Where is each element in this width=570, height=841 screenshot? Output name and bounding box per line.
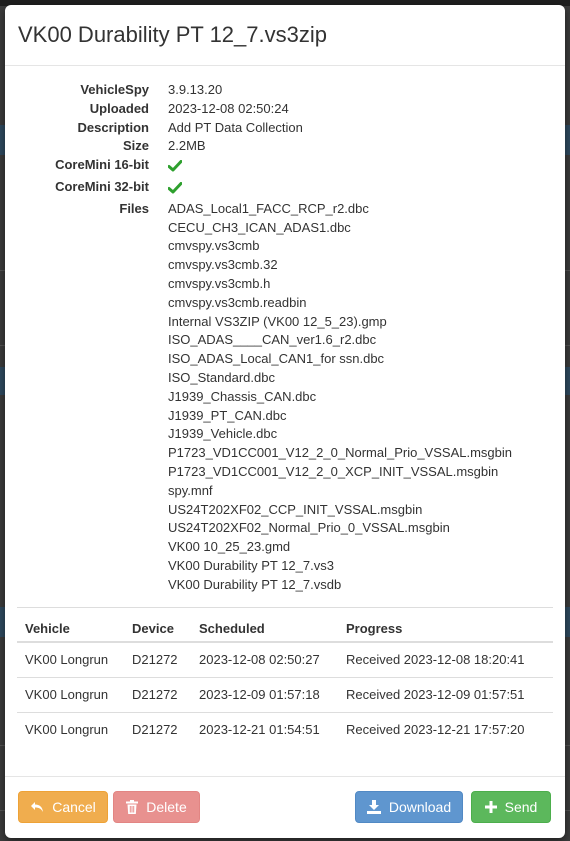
- delete-button[interactable]: Delete: [113, 791, 200, 823]
- checkmark-icon: [167, 181, 183, 194]
- file-item: VK00 Durability PT 12_7.vs3: [168, 557, 334, 573]
- delete-button-label: Delete: [146, 799, 187, 815]
- checkmark-icon: [167, 160, 183, 172]
- cell-progress: Received 2023-12-08 18:20:41: [338, 642, 553, 678]
- send-button[interactable]: Send: [471, 791, 551, 823]
- uploaded-value: 2023-12-08 02:50:24: [168, 100, 289, 116]
- column-header-vehicle: Vehicle: [17, 607, 124, 644]
- modal-body: VehicleSpy 3.9.13.20 Uploaded 2023-12-08…: [5, 66, 565, 747]
- file-item: ISO_ADAS_Local_CAN1_for ssn.dbc: [168, 351, 385, 367]
- file-item: spy.mnf: [168, 482, 213, 498]
- info-row-uploaded: Uploaded 2023-12-08 02:50:24: [17, 100, 553, 119]
- file-details-modal: VK00 Durability PT 12_7.vs3zip VehicleSp…: [5, 5, 565, 838]
- cell-device: D21272: [124, 677, 191, 713]
- modal-title: VK00 Durability PT 12_7.vs3zip: [18, 22, 327, 47]
- undo-icon: [31, 802, 44, 812]
- table-header-row: Vehicle Device Scheduled Progress: [17, 607, 553, 644]
- cell-vehicle: VK00 Longrun: [17, 677, 124, 713]
- deployments-table: Vehicle Device Scheduled Progress VK00 L…: [17, 606, 553, 748]
- vehiclespy-label: VehicleSpy: [80, 82, 149, 97]
- cell-vehicle: VK00 Longrun: [17, 642, 124, 678]
- cancel-button-label: Cancel: [52, 799, 96, 815]
- size-value: 2.2MB: [168, 138, 206, 154]
- info-row-size: Size 2.2MB: [17, 137, 553, 156]
- download-button[interactable]: Download: [355, 791, 463, 823]
- cell-scheduled: 2023-12-09 01:57:18: [191, 677, 338, 713]
- file-item: ADAS_Local1_FACC_RCP_r2.dbc: [168, 200, 369, 216]
- file-item: ISO_Standard.dbc: [168, 369, 275, 385]
- file-item: cmvspy.vs3cmb.h: [168, 275, 271, 291]
- info-row-files: Files ADAS_Local1_FACC_RCP_r2.dbc CECU_C…: [17, 200, 553, 595]
- file-item: US24T202XF02_CCP_INIT_VSSAL.msgbin: [168, 501, 423, 517]
- modal-footer: Cancel Delete Download Send: [5, 776, 565, 838]
- table-row: VK00 Longrun D21272 2023-12-09 01:57:18 …: [17, 677, 553, 713]
- cancel-button[interactable]: Cancel: [18, 791, 108, 823]
- file-item: J1939_Chassis_CAN.dbc: [168, 388, 317, 404]
- modal-header: VK00 Durability PT 12_7.vs3zip: [5, 5, 565, 66]
- file-item: VK00 10_25_23.gmd: [168, 539, 291, 555]
- trash-icon: [126, 800, 139, 814]
- cell-scheduled: 2023-12-21 01:54:51: [199, 722, 320, 738]
- info-row-vehiclespy: VehicleSpy 3.9.13.20: [17, 81, 553, 100]
- column-header-progress: Progress: [338, 607, 553, 644]
- files-label: Files: [119, 200, 149, 216]
- cell-progress: Received 2023-12-21 17:57:20: [346, 722, 525, 738]
- file-item: cmvspy.vs3cmb.32: [168, 257, 278, 273]
- cell-progress: Received 2023-12-09 01:57:51: [338, 677, 553, 713]
- info-row-coremini16: CoreMini 16-bit: [17, 156, 553, 178]
- file-item: cmvspy.vs3cmb: [168, 238, 260, 254]
- file-item: CECU_CH3_ICAN_ADAS1.dbc: [168, 219, 351, 235]
- table-row: VK00 Longrun D21272 2023-12-21 01:54:51 …: [17, 712, 553, 747]
- file-info: VehicleSpy 3.9.13.20 Uploaded 2023-12-08…: [17, 81, 553, 595]
- cell-scheduled: 2023-12-08 02:50:27: [191, 642, 338, 678]
- file-item: US24T202XF02_Normal_Prio_0_VSSAL.msgbin: [168, 520, 450, 536]
- send-button-label: Send: [504, 799, 538, 815]
- vehiclespy-value: 3.9.13.20: [168, 82, 223, 97]
- table-row: VK00 Longrun D21272 2023-12-08 02:50:27 …: [17, 642, 553, 678]
- download-button-label: Download: [388, 799, 452, 815]
- file-item: cmvspy.vs3cmb.readbin: [168, 294, 307, 310]
- coremini32-label: CoreMini 32-bit: [55, 178, 149, 194]
- coremini16-label: CoreMini 16-bit: [55, 157, 149, 173]
- info-row-description: Description Add PT Data Collection: [17, 119, 553, 138]
- description-label: Description: [77, 119, 149, 135]
- description-value: Add PT Data Collection: [168, 119, 303, 135]
- uploaded-label: Uploaded: [89, 100, 149, 116]
- files-list: ADAS_Local1_FACC_RCP_r2.dbc CECU_CH3_ICA…: [168, 200, 553, 595]
- file-item: P1723_VD1CC001_V12_2_0_XCP_INIT_VSSAL.ms…: [168, 463, 499, 479]
- file-item: J1939_Vehicle.dbc: [168, 426, 278, 442]
- file-item: ISO_ADAS____CAN_ver1.6_r2.dbc: [168, 332, 377, 348]
- file-item: Internal VS3ZIP (VK00 12_5_23).gmp: [168, 313, 387, 329]
- size-label: Size: [122, 138, 149, 154]
- cell-vehicle: VK00 Longrun: [25, 722, 109, 738]
- file-item: J1939_PT_CAN.dbc: [168, 407, 287, 423]
- column-header-scheduled: Scheduled: [191, 607, 338, 644]
- download-icon: [366, 800, 381, 814]
- file-item: VK00 Durability PT 12_7.vsdb: [168, 576, 342, 592]
- file-item: P1723_VD1CC001_V12_2_0_Normal_Prio_VSSAL…: [168, 445, 512, 461]
- info-row-coremini32: CoreMini 32-bit: [17, 178, 553, 200]
- cell-device: D21272: [124, 642, 191, 678]
- plus-icon: [484, 801, 497, 813]
- cell-device: D21272: [132, 722, 178, 738]
- column-header-device: Device: [124, 607, 191, 644]
